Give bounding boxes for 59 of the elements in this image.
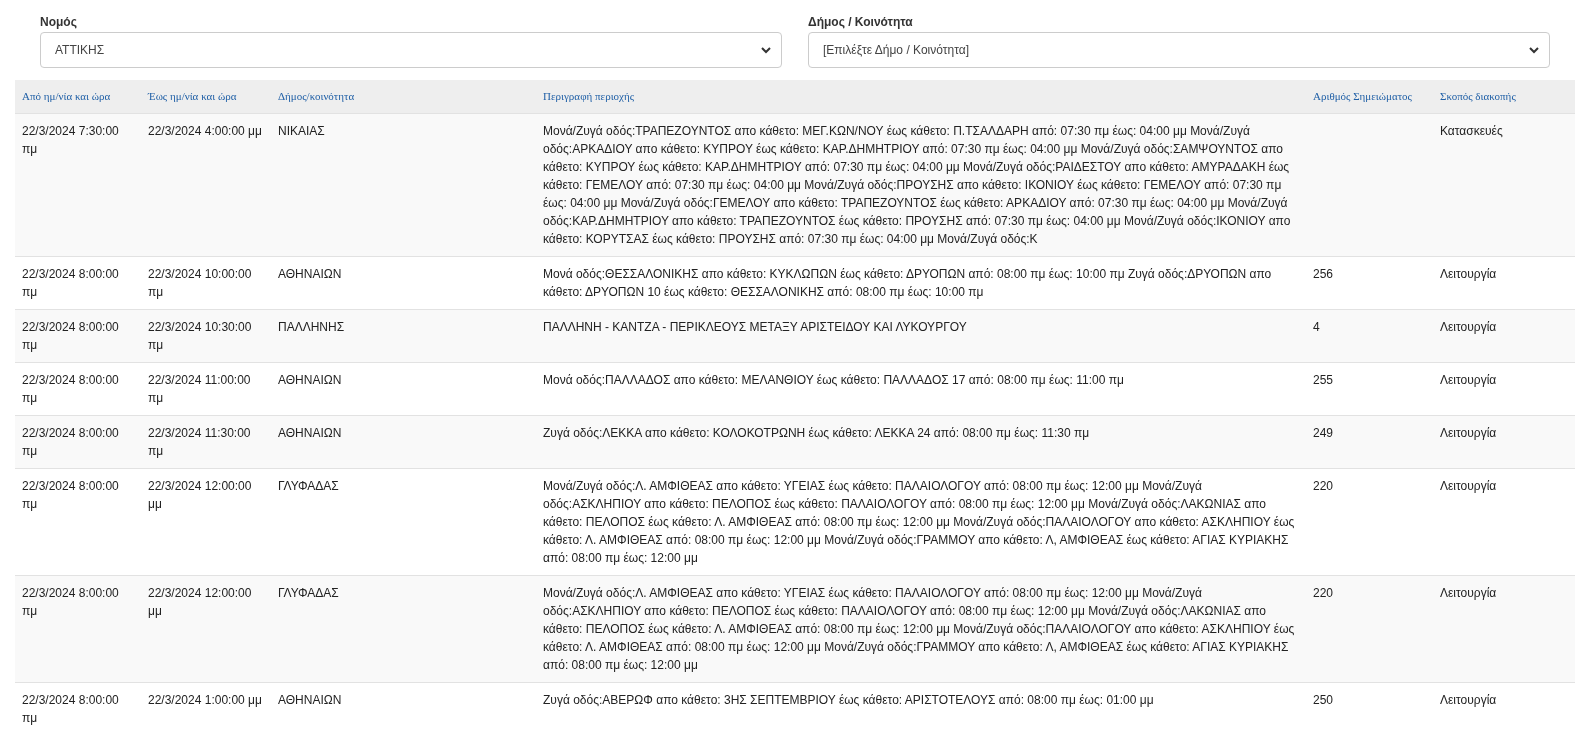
municipality-cell: ΑΘΗΝΑΙΩΝ — [278, 693, 342, 707]
filter-label: Νομός — [40, 15, 77, 29]
to-date-cell: 22/3/2024 10:30:00 πμ — [148, 320, 252, 352]
notice-number-cell: 220 — [1313, 479, 1334, 493]
to-date-cell: 22/3/2024 12:00:00 μμ — [148, 479, 252, 511]
to-date-cell: 22/3/2024 11:30:00 πμ — [148, 426, 251, 458]
select-field[interactable]: [Επιλέξτε Δήμο / Κοινότητα] — [808, 32, 1550, 68]
municipality-cell: ΝΙΚΑΙΑΣ — [278, 124, 325, 138]
from-date-cell: 22/3/2024 8:00:00 πμ — [22, 320, 119, 352]
municipality-cell: ΑΘΗΝΑΙΩΝ — [278, 373, 342, 387]
column-header[interactable]: Αριθμός Σημειώματος — [1313, 90, 1412, 102]
from-date-cell: 22/3/2024 8:00:00 πμ — [22, 373, 119, 405]
chevron-down-icon — [1529, 46, 1539, 54]
notice-number-cell: 220 — [1313, 586, 1334, 600]
to-date-cell: 22/3/2024 4:00:00 μμ — [148, 124, 262, 138]
from-date-cell: 22/3/2024 8:00:00 πμ — [22, 693, 119, 725]
select-field[interactable]: ΑΤΤΙΚΗΣ — [40, 32, 782, 68]
municipality-cell: ΑΘΗΝΑΙΩΝ — [278, 267, 342, 281]
column-header[interactable]: Έως ημ/νία και ώρα — [148, 90, 237, 102]
area-description-cell: Μονά οδός:ΠΑΛΛΑΔΟΣ απο κάθετο: ΜΕΛΑΝΘΙΟΥ έως κάθετο: ΠΑΛΛΑΔΟΣ 17 από: 08:00 πμ έως: 11:00 πμ — [543, 373, 1124, 387]
municipality-cell: ΓΛΥΦΑΔΑΣ — [278, 586, 339, 600]
column-header[interactable]: Δήμος/κοινότητα — [278, 90, 355, 102]
reason-cell: Λειτουργία — [1440, 426, 1497, 440]
area-description-cell: Μονά/Ζυγά οδός:Λ. ΑΜΦΙΘΕΑΣ απο κάθετο: ΥΓΕΙΑΣ έως κάθετο: ΠΑΛΑΙΟΛΟΓΟΥ από: 08:00 πμ έως: 12:00 μμ Μονά/Ζυγά οδός:ΑΣΚΛΗΠΙΟΥ απο κάθετο: ΠΕΛΟΠΟΣ έως κάθετο: ΠΑΛΑΙΟΛΟΓΟΥ από: 08:00 πμ έως: 12:00 μμ Μονά/Ζυγά οδός:ΛΑΚΩΝΙΑΣ απο κάθετο: ΠΕΛΟΠΟΣ έως κάθετο: Λ. ΑΜΦΙΘΕΑΣ από: 08:00 πμ έως: 12:00 μμ Μονά/Ζυγά οδός:ΠΑΛΑΙΟΛΟΓΟΥ απο κάθετο: ΑΣΚΛΗΠΙΟΥ έως κάθετο: Λ. ΑΜΦΙΘΕΑΣ από: 08:00 πμ έως: 12:00 μμ Μονά/Ζυγά οδός:ΓΡΑΜΜΟΥ απο κάθετο: Λ, ΑΜΦΙΘΕΑΣ έως κάθετο: ΑΓΙΑΣ ΚΥΡΙΑΚΗΣ από: 08:00 πμ έως: 12:00 μμ — [543, 479, 1295, 565]
from-date-cell: 22/3/2024 7:30:00 πμ — [22, 124, 119, 156]
to-date-cell: 22/3/2024 11:00:00 πμ — [148, 373, 251, 405]
reason-cell: Λειτουργία — [1440, 479, 1497, 493]
reason-cell: Λειτουργία — [1440, 320, 1497, 334]
reason-cell: Λειτουργία — [1440, 267, 1497, 281]
chevron-down-icon — [761, 46, 771, 54]
area-description-cell: Ζυγά οδός:ΑΒΕΡΩΦ απο κάθετο: 3ΗΣ ΣΕΠΤΕΜΒΡΙΟΥ έως κάθετο: ΑΡΙΣΤΟΤΕΛΟΥΣ από: 08:00 πμ έως: 01:00 μμ — [543, 693, 1154, 707]
area-description-cell: Ζυγά οδός:ΛΕΚΚΑ απο κάθετο: ΚΟΛΟΚΟΤΡΩΝΗ έως κάθετο: ΛΕΚΚΑ 24 από: 08:00 πμ έως: 11:30 πμ — [543, 426, 1090, 440]
column-header[interactable]: Περιγραφή περιοχής — [543, 90, 635, 102]
municipality-cell: ΑΘΗΝΑΙΩΝ — [278, 426, 342, 440]
from-date-cell: 22/3/2024 8:00:00 πμ — [22, 267, 119, 299]
from-date-cell: 22/3/2024 8:00:00 πμ — [22, 426, 119, 458]
area-description-cell: Μονά οδός:ΘΕΣΣΑΛΟΝΙΚΗΣ απο κάθετο: ΚΥΚΛΩΠΩΝ έως κάθετο: ΔΡΥΟΠΩΝ από: 08:00 πμ έως: 10:00 πμ Ζυγά οδός:ΔΡΥΟΠΩΝ απο κάθετο: ΔΡΥΟΠΩΝ 10 έως κάθετο: ΘΕΣΣΑΛΟΝΙΚΗΣ από: 08:00 πμ έως: 10:00 πμ — [543, 267, 1272, 299]
reason-cell: Λειτουργία — [1440, 693, 1497, 707]
from-date-cell: 22/3/2024 8:00:00 πμ — [22, 586, 119, 618]
notice-number-cell: 256 — [1313, 267, 1334, 281]
to-date-cell: 22/3/2024 1:00:00 μμ — [148, 693, 262, 707]
notice-number-cell: 249 — [1313, 426, 1334, 440]
reason-cell: Κατασκευές — [1440, 124, 1503, 138]
from-date-cell: 22/3/2024 8:00:00 πμ — [22, 479, 119, 511]
reason-cell: Λειτουργία — [1440, 586, 1497, 600]
area-description-cell: Μονά/Ζυγά οδός:Λ. ΑΜΦΙΘΕΑΣ απο κάθετο: ΥΓΕΙΑΣ έως κάθετο: ΠΑΛΑΙΟΛΟΓΟΥ από: 08:00 πμ έως: 12:00 μμ Μονά/Ζυγά οδός:ΑΣΚΛΗΠΙΟΥ απο κάθετο: ΠΕΛΟΠΟΣ έως κάθετο: ΠΑΛΑΙΟΛΟΓΟΥ από: 08:00 πμ έως: 12:00 μμ Μονά/Ζυγά οδός:ΛΑΚΩΝΙΑΣ απο κάθετο: ΠΕΛΟΠΟΣ έως κάθετο: Λ. ΑΜΦΙΘΕΑΣ από: 08:00 πμ έως: 12:00 μμ Μονά/Ζυγά οδός:ΠΑΛΑΙΟΛΟΓΟΥ απο κάθετο: ΑΣΚΛΗΠΙΟΥ έως κάθετο: Λ. ΑΜΦΙΘΕΑΣ από: 08:00 πμ έως: 12:00 μμ Μονά/Ζυγά οδός:ΓΡΑΜΜΟΥ απο κάθετο: Λ, ΑΜΦΙΘΕΑΣ έως κάθετο: ΑΓΙΑΣ ΚΥΡΙΑΚΗΣ από: 08:00 πμ έως: 12:00 μμ — [543, 586, 1295, 672]
notice-number-cell: 4 — [1313, 320, 1320, 334]
reason-cell: Λειτουργία — [1440, 373, 1497, 387]
area-description-cell: ΠΑΛΛΗΝΗ - ΚΑΝΤΖΑ - ΠΕΡΙΚΛΕΟΥΣ ΜΕΤΑΞΥ ΑΡΙΣΤΕΙΔΟΥ ΚΑΙ ΛΥΚΟΥΡΓΟΥ — [543, 320, 967, 334]
notice-number-cell: 250 — [1313, 693, 1334, 707]
to-date-cell: 22/3/2024 12:00:00 μμ — [148, 586, 252, 618]
notice-number-cell: 255 — [1313, 373, 1334, 387]
municipality-cell: ΠΑΛΛΗΝΗΣ — [278, 320, 345, 334]
area-description-cell: Μονά/Ζυγά οδός:ΤΡΑΠΕΖΟΥΝΤΟΣ απο κάθετο: ΜΕΓ.ΚΩΝ/ΝΟΥ έως κάθετο: Π.ΤΣΑΛΔΑΡΗ από: 07:30 πμ έως: 04:00 μμ Μονά/Ζυγά οδός:ΑΡΚΑΔΙΟΥ απο κάθετο: ΚΥΠΡΟΥ έως κάθετο: ΚΑΡ.ΔΗΜΗΤΡΙΟΥ από: 07:30 πμ έως: 04:00 μμ Μονά/Ζυγά οδός:ΣΑΜΨΟΥΝΤΟΣ απο κάθετο: ΚΥΠΡΟΥ έως κάθετο: ΚΑΡ.ΔΗΜΗΤΡΙΟΥ από: 07:30 πμ έως: 04:00 μμ Μονά/Ζυγά οδός:ΡΑΙΔΕΣΤΟΥ απο κάθετο: ΑΜΥΡΑΔΑΚΗ έως κάθετο: ΓΕΜΕΛΟΥ από: 07:30 πμ έως: 04:00 μμ Μονά/Ζυγά οδός:ΠΡΟΥΣΗΣ απο κάθετο: ΙΚΟΝΙΟΥ έως κάθετο: ΓΕΜΕΛΟΥ από: 07:30 πμ έως: 04:00 μμ Μονά/Ζυγά οδός:ΓΕΜΕΛΟΥ απο κάθετο: ΤΡΑΠΕΖΟΥΝΤΟΣ έως κάθετο: ΑΡΚΑΔΙΟΥ από: 07:30 πμ έως: 04:00 μμ Μονά/Ζυγά οδός:ΚΑΡ.ΔΗΜΗΤΡΙΟΥ απο κάθετο: ΤΡΑΠΕΖΟΥΝΤΟΣ έως κάθετο: ΠΡΟΥΣΗΣ από: 07:30 πμ έως: 04:00 μμ Μονά/Ζυγά οδός:ΙΚΟΝΙΟΥ απο κάθετο: ΚΟΡΥΤΣΑΣ έως κάθετο: ΠΡΟΥΣΗΣ από: 07:30 πμ έως: 04:00 μμ Μονά/Ζυγά οδός:Κ — [543, 124, 1291, 246]
municipality-cell: ΓΛΥΦΑΔΑΣ — [278, 479, 339, 493]
to-date-cell: 22/3/2024 10:00:00 πμ — [148, 267, 252, 299]
column-header[interactable]: Από ημ/νία και ώρα — [22, 90, 111, 102]
column-header[interactable]: Σκοπός διακοπής — [1440, 90, 1516, 102]
filter-label: Δήμος / Κοινότητα — [808, 15, 913, 29]
